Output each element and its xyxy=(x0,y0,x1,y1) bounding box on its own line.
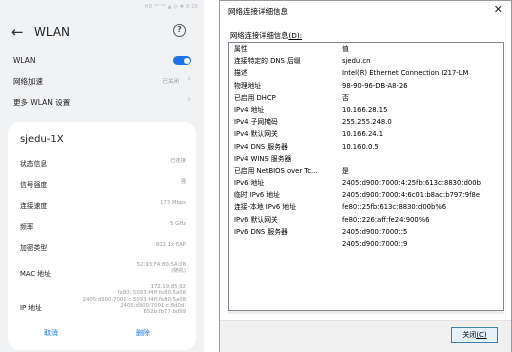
encryption-value: 802.1x EAP xyxy=(155,242,186,248)
network-connection-details-dialog: 网络连接详细信息 ✕ 网络连接详细信息(D): 属性 值 连接特定的 DNS 后… xyxy=(219,0,512,352)
list-heading: 网络连接详细信息(D): xyxy=(230,31,302,41)
ip-address-line: 652b:fb77:bd99 xyxy=(143,309,186,316)
property-cell: 物理地址 xyxy=(234,81,262,90)
property-cell: 临时 IPv6 地址 xyxy=(234,191,280,200)
close-button[interactable]: 关闭(C) xyxy=(451,327,498,343)
list-heading-accesskey: (D): xyxy=(288,31,303,40)
close-button-label: 关闭 xyxy=(462,331,477,339)
value-cell: 2405:d900:7000::9 xyxy=(342,240,408,248)
list-row[interactable]: 连接特定的 DNS 后缀 sjedu.cn xyxy=(229,55,503,67)
signal-label: 信号强度 xyxy=(20,181,48,189)
status-label: 状态信息 xyxy=(20,160,48,168)
mac-address-value: 52:93:F4:80:5A:08 (随机) xyxy=(137,262,186,275)
value-cell: Intel(R) Ethernet Connection I217-LM xyxy=(342,69,469,78)
more-wlan-settings-row[interactable]: 更多 WLAN 设置 › xyxy=(13,95,191,109)
status-value: 已连接 xyxy=(170,158,186,164)
link-speed-value: 173 Mbps xyxy=(160,200,186,206)
mac-address-row: MAC 地址 52:93:F4:80:5A:08 (随机) xyxy=(20,262,186,284)
link-speed-label: 连接速度 xyxy=(20,202,48,210)
column-header-property[interactable]: 属性 xyxy=(234,43,342,55)
property-cell: IPv4 地址 xyxy=(234,105,265,114)
list-row[interactable]: IPv4 WINS 服务器 xyxy=(229,153,503,165)
network-acceleration-label: 网络加速 xyxy=(13,77,43,86)
value-cell: fe80::25fb:613c:8830:d00b%6 xyxy=(342,203,447,212)
list-row[interactable]: IPv6 地址 2405:d900:7000:4:25fb:613c:8830:d… xyxy=(229,177,503,189)
back-arrow-icon[interactable]: ← xyxy=(11,23,24,41)
property-cell: IPv6 DNS 服务器 xyxy=(234,227,288,236)
list-header: 属性 值 xyxy=(229,43,503,55)
encryption-label: 加密类型 xyxy=(20,244,48,252)
wlan-toggle-switch[interactable] xyxy=(173,56,191,65)
value-cell: 2405:d900:7000:4:6c01:b8ac:b797:9f8e xyxy=(342,191,480,200)
list-row[interactable]: 已启用 DHCP 否 xyxy=(229,92,503,104)
details-list[interactable]: 属性 值 连接特定的 DNS 后缀 sjedu.cn 描述 Intel(R) Eth… xyxy=(228,42,504,311)
top-bar: ← WLAN ? xyxy=(0,20,204,46)
value-cell: 2405:d900:7000:4:25fb:613c:8830:d00b xyxy=(342,179,481,188)
wlan-label: WLAN xyxy=(13,56,36,65)
frequency-value: 5 GHz xyxy=(170,221,186,227)
signal-value: 强 xyxy=(180,179,186,185)
list-row[interactable]: 物理地址 98-90-96-DB-A8-26 xyxy=(229,80,503,92)
chevron-right-icon: › xyxy=(187,74,191,84)
value-cell: 10.160.0.5 xyxy=(342,142,379,151)
column-header-value[interactable]: 值 xyxy=(342,43,503,55)
ip-address-row: IP 地址 172.19.85.92 fe80::5093:f4ff:fe80:… xyxy=(20,284,186,328)
list-row[interactable]: IPv4 默认网关 10.166.24.1 xyxy=(229,128,503,140)
property-cell: 连接特定的 DNS 后缀 xyxy=(234,57,301,66)
value-cell: 255.255.248.0 xyxy=(342,118,392,127)
frequency-label: 频率 xyxy=(20,223,34,231)
page-title: WLAN xyxy=(34,25,71,39)
more-wlan-settings-label: 更多 WLAN 设置 xyxy=(13,98,71,107)
value-cell: 是 xyxy=(342,166,349,175)
list-row[interactable]: 临时 IPv6 地址 2405:d900:7000:4:6c01:b8ac:b79… xyxy=(229,189,503,201)
mac-address-label: MAC 地址 xyxy=(20,270,51,278)
list-row[interactable]: IPv6 默认网关 fe80::226:aff:fe24:900%6 xyxy=(229,214,503,226)
property-cell: IPv4 默认网关 xyxy=(234,130,278,139)
property-cell: IPv4 子网掩码 xyxy=(234,118,278,127)
property-cell: 描述 xyxy=(234,69,248,78)
property-cell: 已启用 NetBIOS over Tc... xyxy=(234,166,318,175)
help-icon[interactable]: ? xyxy=(173,24,186,37)
phone-screen: HD ⁴ᴳ ⁴ᴳ ▲ ◎ ✱ 8:26 ← WLAN ? WLAN 网络加速 已… xyxy=(0,0,204,352)
cancel-button[interactable]: 取消 xyxy=(44,328,58,338)
ip-address-value: 172.19.85.92 fe80::5093:f4ff:fe80:5a08 2… xyxy=(46,284,186,315)
list-row[interactable]: IPv4 子网掩码 255.255.248.0 xyxy=(229,116,503,128)
list-row[interactable]: 2405:d900:7000::9 xyxy=(229,238,503,250)
list-row[interactable]: IPv6 DNS 服务器 2405:d900:7000::5 xyxy=(229,226,503,238)
horizontal-scrollbar[interactable] xyxy=(228,311,504,314)
property-cell: 已启用 DHCP xyxy=(234,93,276,102)
value-cell: 否 xyxy=(342,93,349,102)
network-acceleration-row[interactable]: 网络加速 已关闭 › xyxy=(13,74,191,88)
list-row[interactable]: IPv4 地址 10.166.28.15 xyxy=(229,104,503,116)
property-cell: IPv6 默认网关 xyxy=(234,215,278,224)
value-cell: 10.166.28.15 xyxy=(342,105,388,114)
close-button-accesskey: (C) xyxy=(476,331,487,339)
property-cell: IPv6 地址 xyxy=(234,179,265,188)
list-row[interactable]: IPv4 DNS 服务器 10.160.0.5 xyxy=(229,141,503,153)
value-cell: 2405:d900:7000::5 xyxy=(342,227,408,236)
property-cell: IPv4 DNS 服务器 xyxy=(234,142,288,151)
property-cell: 连接-本地 IPv6 地址 xyxy=(234,203,297,212)
dialog-footer: 关闭(C) xyxy=(220,321,511,352)
value-cell: fe80::226:aff:fe24:900%6 xyxy=(342,215,430,224)
delete-button[interactable]: 删除 xyxy=(136,328,150,338)
value-cell: 10.166.24.1 xyxy=(342,130,384,139)
mac-random-note: (随机) xyxy=(171,268,186,275)
list-row[interactable]: 连接-本地 IPv6 地址 fe80::25fb:613c:8830:d00b%6 xyxy=(229,201,503,213)
list-row[interactable]: 描述 Intel(R) Ethernet Connection I217-LM xyxy=(229,67,503,79)
network-acceleration-value: 已关闭 xyxy=(162,79,179,85)
chevron-right-icon: › xyxy=(187,95,191,105)
list-heading-text: 网络连接详细信息 xyxy=(230,31,289,40)
property-cell: IPv4 WINS 服务器 xyxy=(234,154,292,163)
network-details-card: sjedu-1X 状态信息 已连接 信号强度 强 连接速度 173 Mbps 频… xyxy=(8,122,196,350)
value-cell: sjedu.cn xyxy=(342,57,371,66)
status-bar: HD ⁴ᴳ ⁴ᴳ ▲ ◎ ✱ 8:26 xyxy=(144,4,198,10)
close-icon[interactable]: ✕ xyxy=(494,3,503,16)
value-cell: 98-90-96-DB-A8-26 xyxy=(342,81,408,90)
list-row[interactable]: 已启用 NetBIOS over Tc... 是 xyxy=(229,165,503,177)
wlan-toggle-row[interactable]: WLAN xyxy=(13,54,191,68)
dialog-title: 网络连接详细信息 xyxy=(228,7,288,16)
network-ssid: sjedu-1X xyxy=(20,134,64,145)
ip-address-label: IP 地址 xyxy=(20,304,42,312)
